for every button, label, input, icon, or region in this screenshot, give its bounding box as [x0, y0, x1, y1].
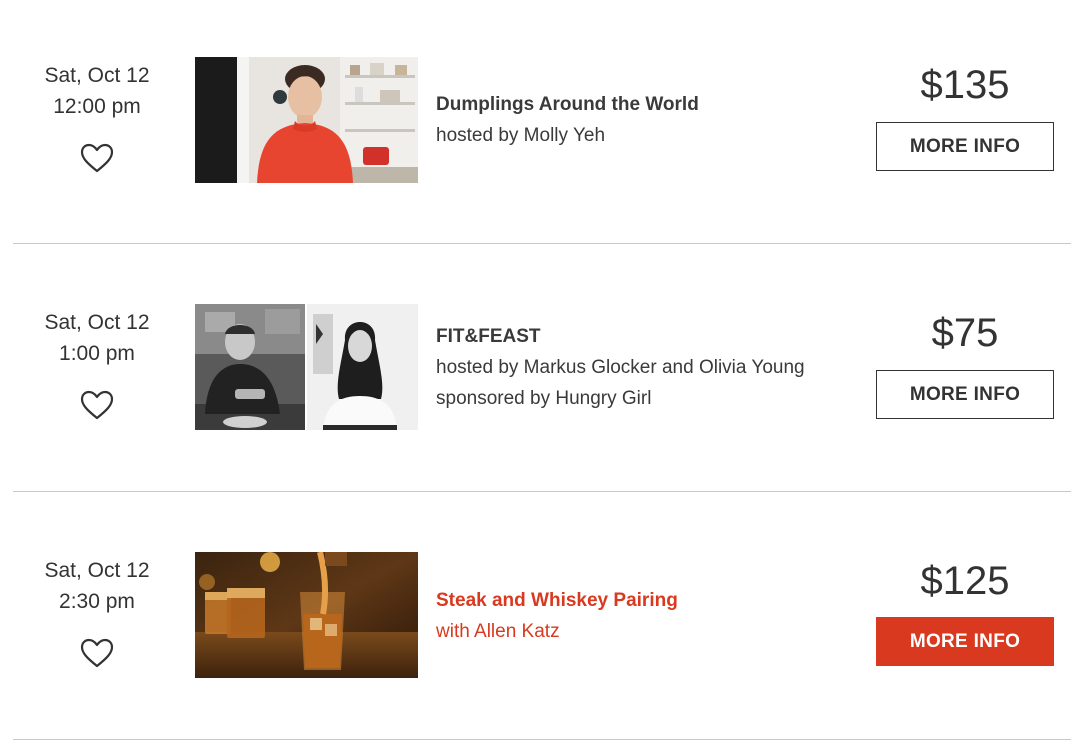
event-time: 2:30 pm — [59, 590, 135, 613]
event-row: Sat, Oct 12 1:00 pm FIT&FEAST hosted by … — [0, 248, 1080, 495]
divider — [13, 243, 1071, 244]
event-title[interactable]: FIT&FEAST — [436, 321, 856, 352]
two-hosts-photo[interactable] — [195, 304, 418, 430]
event-row: Sat, Oct 12 2:30 pm Steak and Whiskey Pa… — [0, 496, 1080, 743]
event-time: 12:00 pm — [53, 95, 141, 118]
whiskey-glasses-photo[interactable] — [195, 552, 418, 678]
event-info: Steak and Whiskey Pairing with Allen Kat… — [436, 585, 856, 647]
divider — [13, 739, 1071, 740]
event-price: $125 — [920, 559, 1010, 603]
more-info-button[interactable]: MORE INFO — [876, 370, 1054, 419]
event-title[interactable]: Dumplings Around the World — [436, 89, 856, 120]
event-time: 1:00 pm — [59, 342, 135, 365]
divider — [13, 491, 1071, 492]
event-info: Dumplings Around the World hosted by Mol… — [436, 89, 856, 151]
event-day: Sat, Oct 12 — [44, 64, 150, 87]
heart-icon[interactable] — [79, 637, 115, 669]
event-day: Sat, Oct 12 — [44, 311, 150, 334]
chef-in-kitchen-photo[interactable] — [195, 57, 418, 183]
heart-icon[interactable] — [79, 142, 115, 174]
event-date: Sat, Oct 12 1:00 pm — [22, 307, 172, 369]
event-price: $75 — [931, 311, 999, 355]
event-row: Sat, Oct 12 12:00 pm Dumplings Around th… — [0, 0, 1080, 247]
more-info-button[interactable]: MORE INFO — [876, 617, 1054, 666]
event-day: Sat, Oct 12 — [44, 559, 150, 582]
event-host: with Allen Katz — [436, 621, 560, 642]
event-price: $135 — [920, 63, 1010, 107]
event-title[interactable]: Steak and Whiskey Pairing — [436, 585, 856, 616]
event-sponsor: sponsored by Hungry Girl — [436, 388, 652, 409]
heart-icon[interactable] — [79, 389, 115, 421]
event-info: FIT&FEAST hosted by Markus Glocker and O… — [436, 321, 856, 414]
event-date: Sat, Oct 12 12:00 pm — [22, 60, 172, 122]
event-host: hosted by Markus Glocker and Olivia Youn… — [436, 357, 805, 378]
event-host: hosted by Molly Yeh — [436, 125, 606, 146]
more-info-button[interactable]: MORE INFO — [876, 122, 1054, 171]
event-date: Sat, Oct 12 2:30 pm — [22, 555, 172, 617]
